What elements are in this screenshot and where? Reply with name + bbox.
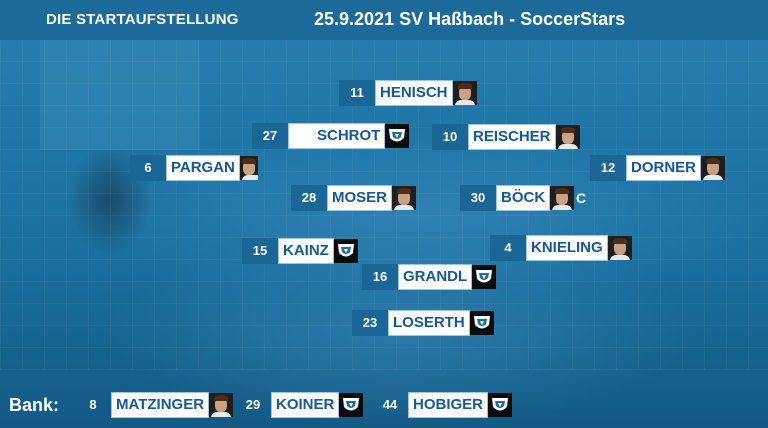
player-name: KOINER [271,392,340,418]
player-card-loserth: 23 LOSERTH [352,310,494,336]
bench-label: Bank: [9,395,60,415]
player-number: 15 [242,238,278,264]
player-name: KAINZ [278,238,334,264]
player-number: 30 [460,185,496,211]
player-number: 8 [89,397,97,412]
club-crest-icon [469,311,494,335]
club-crest-icon [488,393,513,417]
player-number: 4 [490,235,526,261]
captain-badge: C [576,190,587,206]
player-number: 11 [339,80,375,106]
player-number: 12 [590,155,626,181]
player-card-dorner: 12 DORNER [590,155,726,181]
player-number: 28 [291,185,327,211]
player-name: HENISCH [375,80,453,106]
bench-card-hobiger: 44 HOBIGER [372,392,513,418]
player-card-knieling: 4 KNIELING [490,235,632,261]
bench-card-koiner: 29 KOINER [235,392,364,418]
player-card-henisch: 11 HENISCH [339,80,477,106]
player-card-grandl: 16 GRANDL [362,264,497,290]
player-number: 10 [432,124,468,150]
player-photo-icon [392,186,417,210]
club-crest-icon [339,393,364,417]
player-card-reischer: 10 REISCHER [432,124,580,150]
player-photo-icon [209,393,234,417]
player-card-schrot: 27 SCHROT [252,123,410,149]
player-number: 44 [382,397,398,412]
player-photo-icon [555,125,580,149]
player-number: 23 [352,310,388,336]
player-number: 29 [245,397,261,412]
player-photo-icon [452,81,477,105]
player-number: 27 [252,123,288,149]
player-photo-icon [607,236,632,260]
player-card-boeck: 30 BÖCK [460,185,575,211]
player-name: SCHROT [288,123,386,149]
club-crest-icon [385,124,410,148]
club-crest-icon [472,265,497,289]
player-name: GRANDL [398,264,473,290]
player-name: HOBIGER [408,392,489,418]
club-crest-icon [333,239,358,263]
player-name: BÖCK [496,185,551,211]
player-name: DORNER [626,155,702,181]
player-name: REISCHER [468,124,556,150]
bench-card-matzinger: 8 MATZINGER [75,392,234,418]
player-name: MOSER [327,185,393,211]
player-photo-icon [550,186,575,210]
player-name: PARGAN [166,155,240,181]
player-card-pargan: 6 PARGAN [130,155,258,181]
player-photo-icon [239,156,258,180]
player-name: LOSERTH [388,310,470,336]
player-card-kainz: 15 KAINZ [242,238,358,264]
player-name: MATZINGER [111,392,210,418]
match-title: 25.9.2021 SV Haßbach - SoccerStars [314,9,626,29]
player-number: 16 [362,264,398,290]
player-photo-icon [701,156,726,180]
player-card-moser: 28 MOSER [291,185,417,211]
lineup-title: DIE STARTAUFSTELLUNG [46,11,239,28]
player-number: 6 [130,155,166,181]
player-name: KNIELING [526,235,608,261]
